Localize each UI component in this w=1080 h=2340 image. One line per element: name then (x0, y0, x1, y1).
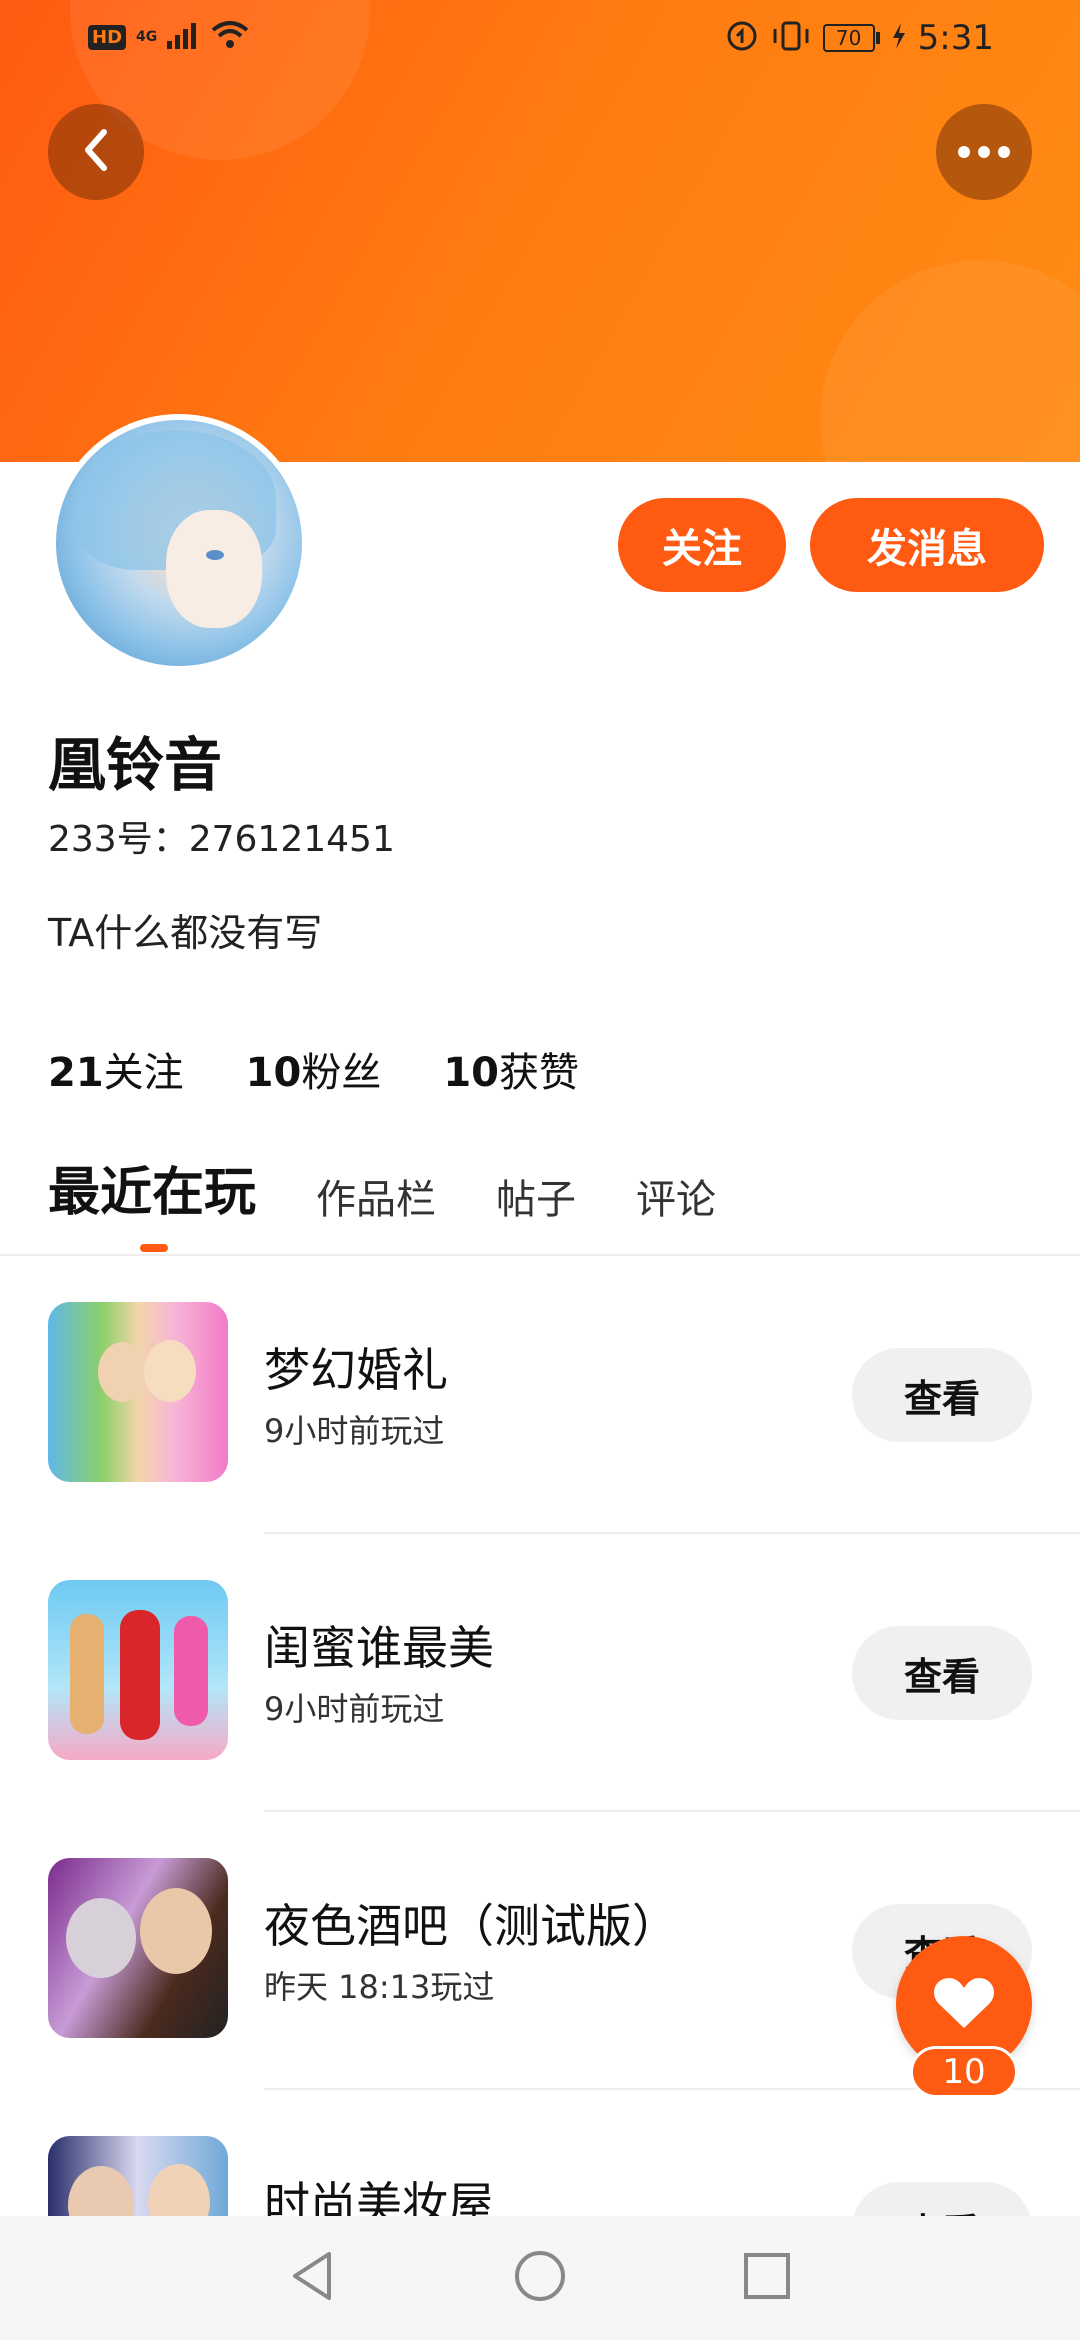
game-last-played: 9小时前玩过 (264, 1412, 445, 1450)
game-title: 夜色酒吧（测试版） (264, 1899, 678, 1953)
icon-art (66, 1898, 136, 1978)
more-options-button[interactable] (936, 104, 1032, 200)
game-icon (48, 1302, 228, 1482)
tab-recently-played[interactable]: 最近在玩 (48, 1150, 256, 1225)
game-title: 闺蜜谁最美 (264, 1621, 494, 1675)
circle-home-icon (513, 2249, 567, 2307)
game-icon (48, 1858, 228, 2038)
triangle-back-icon (289, 2250, 337, 2306)
profile-bio: TA什么都没有写 (48, 911, 323, 955)
battery-level: 70 (822, 24, 875, 52)
view-button[interactable]: 查看 (852, 1348, 1032, 1442)
stat-followers[interactable]: 10粉丝 (246, 1040, 382, 1098)
nav-home-button[interactable] (510, 2248, 570, 2308)
profile-tabs: 最近在玩 作品栏 帖子 评论 (48, 1150, 776, 1225)
tab-posts[interactable]: 帖子 (496, 1167, 576, 1225)
status-bar: HD 4G 70 5:31 (0, 0, 1080, 80)
banner-decoration (820, 260, 1080, 462)
more-horizontal-icon (958, 146, 1010, 158)
game-last-played: 昨天 18:13玩过 (264, 1968, 495, 2006)
active-tab-indicator (140, 1244, 168, 1252)
avatar-art (166, 510, 262, 628)
icon-art (174, 1616, 208, 1726)
recent-games-list: 梦幻婚礼 9小时前玩过 查看 闺蜜谁最美 9小时前玩过 查看 夜色酒吧（测试版）… (0, 1256, 1080, 2340)
stat-following[interactable]: 21关注 (48, 1040, 184, 1098)
follow-button[interactable]: 关注 (618, 498, 786, 592)
profile-uid: 233号：276121451 (48, 819, 395, 860)
view-button[interactable]: 查看 (852, 1626, 1032, 1720)
stat-number: 10 (443, 1050, 500, 1096)
signal-icon (167, 21, 201, 53)
tab-works[interactable]: 作品栏 (316, 1167, 436, 1225)
stat-likes[interactable]: 10获赞 (443, 1040, 579, 1098)
tab-comments[interactable]: 评论 (636, 1167, 716, 1225)
battery-tip (875, 32, 880, 44)
network-type: 4G (136, 29, 158, 45)
like-count: 10 (910, 2046, 1018, 2098)
nav-recents-button[interactable] (737, 2248, 797, 2308)
avatar[interactable] (50, 414, 308, 672)
status-time: 5:31 (917, 18, 994, 58)
list-item[interactable]: 梦幻婚礼 9小时前玩过 查看 (0, 1256, 1080, 1534)
game-title: 梦幻婚礼 (264, 1343, 448, 1397)
icon-art (144, 1340, 196, 1402)
profile-stats: 21关注 10粉丝 10获赞 (48, 1040, 579, 1098)
chevron-left-icon (78, 126, 114, 178)
stat-label: 关注 (103, 1050, 184, 1096)
icon-art (70, 1614, 104, 1734)
nav-back-button[interactable] (283, 2248, 343, 2308)
icon-art (140, 1888, 212, 1974)
stat-number: 10 (245, 1050, 302, 1096)
stat-label: 粉丝 (301, 1050, 382, 1096)
system-navigation-bar (0, 2216, 1080, 2340)
profile-name: 凰铃音 (48, 731, 223, 799)
list-item[interactable]: 闺蜜谁最美 9小时前玩过 查看 (0, 1534, 1080, 1812)
vibrate-icon (771, 19, 811, 57)
send-message-button[interactable]: 发消息 (810, 498, 1044, 592)
charging-icon (892, 23, 906, 53)
icon-art (98, 1342, 148, 1402)
wifi-icon (211, 20, 249, 54)
stat-number: 21 (48, 1050, 104, 1096)
hd-indicator: HD (88, 24, 127, 50)
heart-icon (933, 1974, 995, 2034)
data-saver-icon (725, 19, 759, 57)
game-last-played: 9小时前玩过 (264, 1690, 445, 1728)
avatar-art (206, 550, 224, 560)
battery-indicator: 70 (822, 24, 880, 52)
icon-art (120, 1610, 160, 1740)
profile-header-banner: HD 4G 70 5:31 (0, 0, 1080, 462)
back-button[interactable] (48, 104, 144, 200)
game-icon (48, 1580, 228, 1760)
stat-label: 获赞 (499, 1050, 580, 1096)
square-recents-icon (742, 2251, 792, 2305)
